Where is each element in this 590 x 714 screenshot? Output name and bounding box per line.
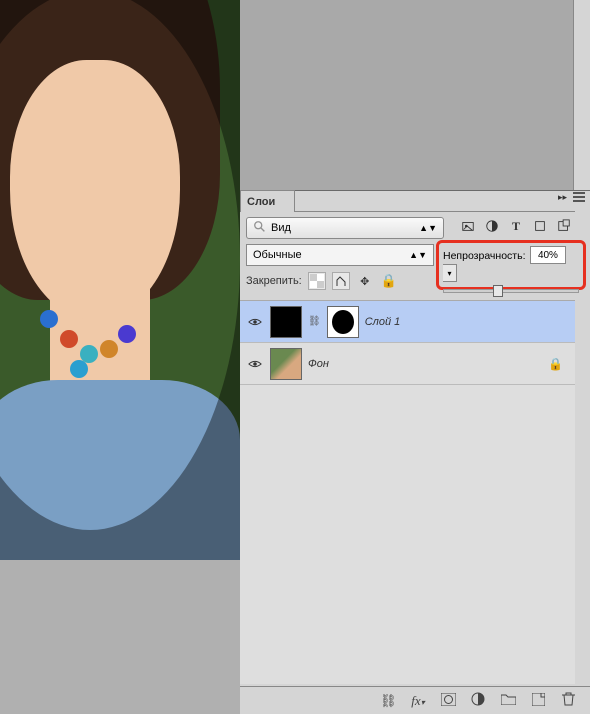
- filter-adjustment-icon[interactable]: [484, 218, 500, 234]
- new-adjustment-icon[interactable]: [470, 692, 486, 709]
- visibility-toggle-icon[interactable]: [246, 355, 264, 373]
- opacity-control-highlighted: Непрозрачность: 40% ▾: [436, 240, 586, 290]
- opacity-slider[interactable]: [443, 289, 579, 293]
- visibility-toggle-icon[interactable]: [246, 313, 264, 331]
- lock-transparency-icon[interactable]: [308, 272, 326, 290]
- filter-type-icon[interactable]: T: [508, 218, 524, 234]
- layer-thumbnail[interactable]: [270, 348, 302, 380]
- layer-filter-dropdown[interactable]: Вид ▲▼: [246, 217, 444, 239]
- chevron-updown-icon: ▲▼: [409, 250, 427, 260]
- filter-label: Вид: [271, 222, 291, 234]
- layer-type-filter-icons: T: [460, 218, 572, 234]
- layer-row[interactable]: Фон 🔒: [240, 343, 575, 385]
- layer-name[interactable]: Фон: [308, 358, 329, 370]
- layer-name[interactable]: Слой 1: [365, 316, 401, 328]
- layers-bottom-toolbar: ⛓ fx▾: [240, 686, 590, 714]
- new-group-icon[interactable]: [500, 693, 516, 708]
- lock-row: Закрепить: ✥ 🔒: [246, 272, 398, 290]
- panel-menu-icon[interactable]: [573, 192, 585, 202]
- opacity-input[interactable]: 40%: [530, 246, 566, 264]
- filter-smartobject-icon[interactable]: [556, 218, 572, 234]
- layers-list: ⛓ Слой 1 Фон 🔒: [240, 300, 575, 684]
- add-mask-icon[interactable]: [440, 693, 456, 709]
- chevron-updown-icon: ▲▼: [419, 223, 437, 233]
- opacity-dropdown-icon[interactable]: ▾: [443, 264, 457, 282]
- layer-row[interactable]: ⛓ Слой 1: [240, 301, 575, 343]
- lock-indicator-icon: 🔒: [548, 357, 563, 371]
- opacity-label: Непрозрачность:: [443, 250, 526, 262]
- blend-mode-dropdown[interactable]: Обычные ▲▼: [246, 244, 434, 266]
- layer-mask-thumbnail[interactable]: [327, 306, 359, 338]
- image-viewport[interactable]: [0, 0, 240, 560]
- lock-label: Закрепить:: [246, 275, 302, 287]
- filter-shape-icon[interactable]: [532, 218, 548, 234]
- lock-image-icon[interactable]: [332, 272, 350, 290]
- canvas-area[interactable]: [0, 0, 240, 714]
- layer-thumbnail[interactable]: [270, 306, 302, 338]
- search-icon: [253, 220, 267, 237]
- filter-pixel-icon[interactable]: [460, 218, 476, 234]
- new-layer-icon[interactable]: [530, 693, 546, 709]
- fx-icon[interactable]: fx▾: [410, 693, 426, 709]
- opacity-slider-thumb[interactable]: [493, 285, 503, 297]
- mask-link-icon[interactable]: ⛓: [308, 316, 321, 327]
- link-layers-icon[interactable]: ⛓: [380, 693, 396, 709]
- delete-layer-icon[interactable]: [560, 692, 576, 709]
- collapse-icon[interactable]: ▸▸: [558, 192, 567, 203]
- photo-content: [0, 0, 240, 560]
- lock-position-icon[interactable]: ✥: [356, 272, 374, 290]
- blend-mode-value: Обычные: [253, 249, 302, 261]
- panel-tab-layers[interactable]: Слои: [240, 190, 295, 212]
- lock-all-icon[interactable]: 🔒: [380, 272, 398, 290]
